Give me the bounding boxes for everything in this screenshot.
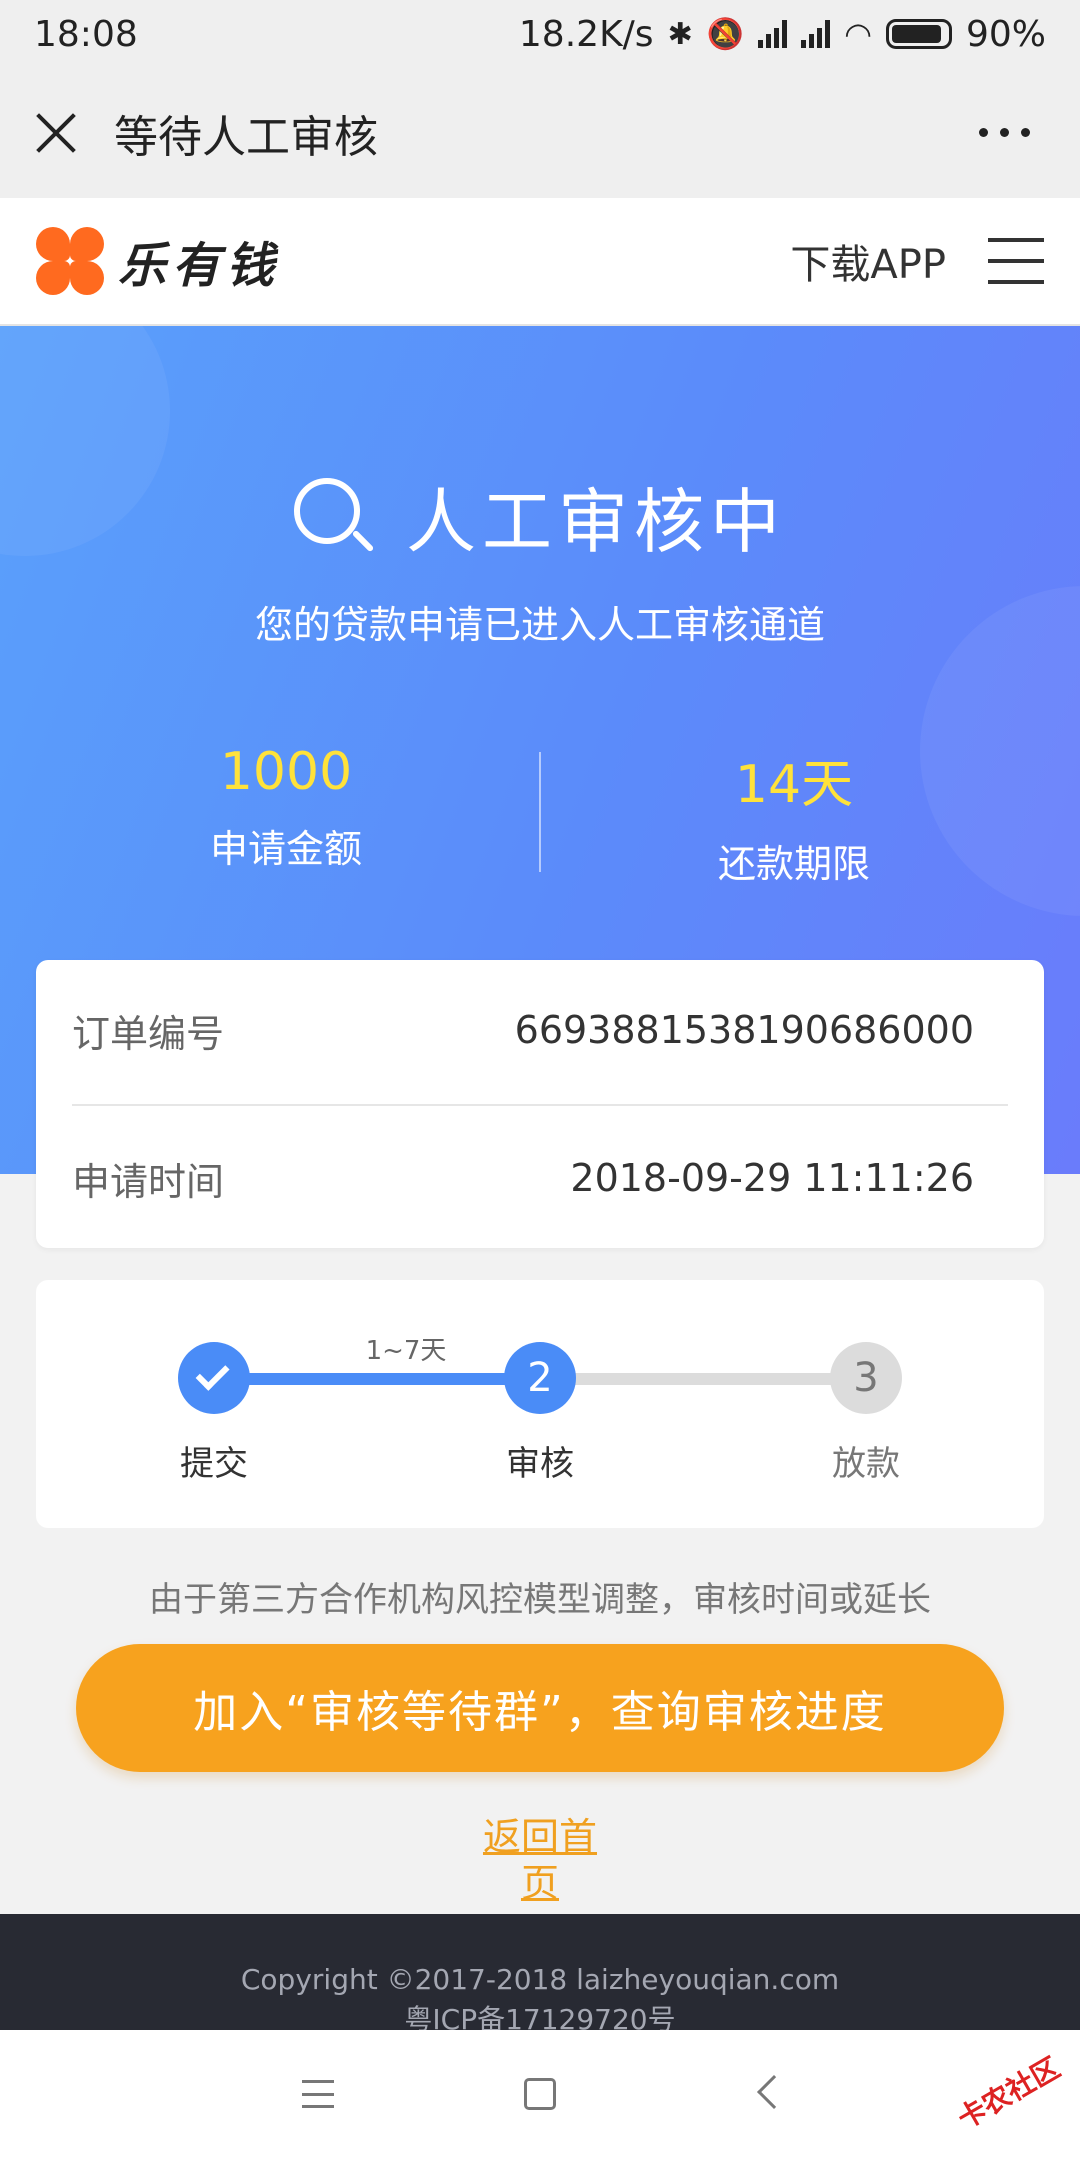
join-waiting-group-button[interactable]: 加入“审核等待群”，查询审核进度 xyxy=(76,1644,1004,1772)
order-info-card: 订单编号 6693881538190686000 申请时间 2018-09-29… xyxy=(36,960,1044,1248)
order-number-row: 订单编号 6693881538190686000 xyxy=(72,990,1008,1070)
order-number-label: 订单编号 xyxy=(72,1011,225,1056)
mute-icon: 🔕 xyxy=(706,16,745,52)
hero-title: 人工审核中 xyxy=(406,481,786,563)
webview-title-bar: 等待人工审核 xyxy=(0,68,1080,198)
step-submit-label: 提交 xyxy=(180,1444,248,1484)
search-icon xyxy=(294,477,375,556)
status-bar: 18:08 18.2K/s ✱ 🔕 ◠ 90% xyxy=(0,0,1080,68)
delay-notice: 由于第三方合作机构风控模型调整，审核时间或延长 xyxy=(149,1580,931,1620)
step-review-label: 审核 xyxy=(506,1444,574,1484)
order-number-value: 6693881538190686000 xyxy=(514,1008,974,1052)
progress-track-pending xyxy=(540,1373,866,1385)
repayment-term-stat: 14天 还款期限 xyxy=(524,742,1064,888)
copyright-text: Copyright ©2017-2018 laizheyouqian.com xyxy=(240,1963,840,1996)
step-submit-circle xyxy=(178,1342,250,1414)
repayment-term-label: 还款期限 xyxy=(717,842,870,886)
brand-name: 乐有钱 xyxy=(118,238,281,294)
signal-icon xyxy=(758,20,788,48)
divider xyxy=(72,1104,1008,1106)
apply-time-value: 2018-09-29 11:11:26 xyxy=(570,1156,974,1200)
wifi-icon: ◠ xyxy=(844,15,872,53)
progress-track-done xyxy=(214,1373,540,1385)
step-payout-label: 放款 xyxy=(832,1444,900,1484)
hero-subtitle: 您的贷款申请已进入人工审核通道 xyxy=(254,603,825,647)
progress-card: 1~7天 2 3 提交 审核 放款 xyxy=(36,1280,1044,1528)
battery-icon xyxy=(885,19,952,49)
system-nav-bar xyxy=(0,2030,1080,2160)
apply-time-row: 申请时间 2018-09-29 11:11:26 xyxy=(72,1138,1008,1218)
status-time: 18:08 xyxy=(34,13,138,55)
home-icon[interactable] xyxy=(524,2078,556,2110)
download-app-link[interactable]: 下载APP xyxy=(790,232,946,290)
loan-amount-value: 1000 xyxy=(219,742,353,802)
hero-heading: 人工审核中 xyxy=(0,466,1080,567)
signal-icon-2 xyxy=(801,20,831,48)
status-icons: 18.2K/s ✱ 🔕 ◠ 90% xyxy=(519,14,1046,55)
loan-amount-stat: 1000 申请金额 xyxy=(16,742,556,873)
logo-icon xyxy=(36,227,104,295)
icp-text: 粤ICP备17129720号 xyxy=(404,2003,676,2030)
menu-icon[interactable] xyxy=(988,238,1044,284)
review-duration: 1~7天 xyxy=(365,1336,447,1366)
network-speed: 18.2K/s xyxy=(518,13,654,55)
apply-time-label: 申请时间 xyxy=(72,1159,225,1204)
page-title: 等待人工审核 xyxy=(114,112,378,163)
check-icon xyxy=(195,1356,230,1391)
close-icon[interactable] xyxy=(34,111,78,155)
loan-amount-label: 申请金额 xyxy=(209,827,362,871)
more-options-icon[interactable] xyxy=(979,128,1030,137)
step-payout-circle: 3 xyxy=(830,1342,902,1414)
repayment-term-value: 14天 xyxy=(734,755,854,815)
step-review-circle: 2 xyxy=(504,1342,576,1414)
battery-percent: 90% xyxy=(965,13,1046,55)
site-header: 乐有钱 下载APP xyxy=(0,198,1080,326)
site-footer: Copyright ©2017-2018 laizheyouqian.com 粤… xyxy=(0,1914,1080,2030)
recent-apps-icon[interactable] xyxy=(302,2080,334,2108)
bluetooth-icon: ✱ xyxy=(667,16,693,52)
back-icon[interactable] xyxy=(757,2075,791,2109)
back-home-link[interactable]: 返回首页 xyxy=(470,1814,610,1906)
